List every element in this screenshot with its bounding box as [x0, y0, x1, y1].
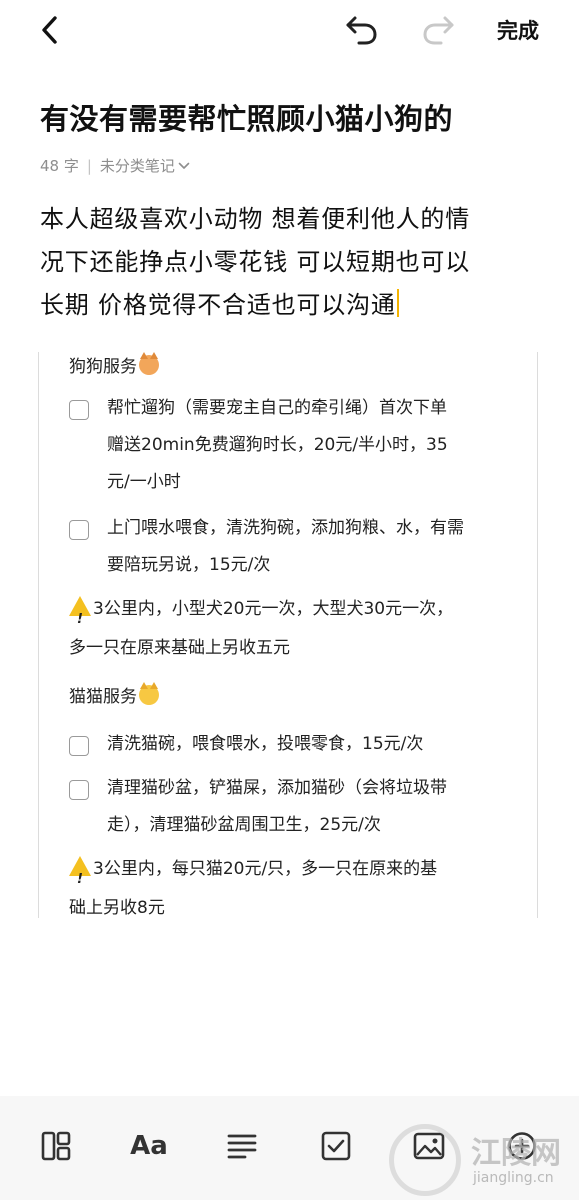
undo-icon — [346, 16, 377, 45]
checkbox-icon — [69, 780, 89, 800]
dog-service-heading: 狗狗服务 — [69, 352, 159, 377]
text-format-button[interactable]: Aa — [127, 1124, 171, 1168]
body-line: 本人超级喜欢小动物 想着便利他人的情 — [40, 205, 471, 233]
layout-button[interactable] — [34, 1124, 78, 1168]
note-line: 3公里内，每只猫20元/只，多一只在原来的基 — [69, 850, 509, 899]
warning-icon — [69, 856, 91, 899]
note-line: 3公里内，小型犬20元一次，大型犬30元一次， — [69, 590, 509, 639]
item-line: 元/一小时 — [107, 472, 181, 492]
item-line: 赠送20min免费遛狗时长，20元/半小时，35 — [107, 435, 448, 455]
note-line: 多一只在原来基础上另收五元 — [69, 638, 290, 658]
checklist-button[interactable] — [314, 1124, 358, 1168]
checkbox-icon — [321, 1131, 351, 1161]
body-line-text: 长期 价格觉得不合适也可以沟通 — [40, 291, 396, 319]
image-button[interactable] — [407, 1124, 451, 1168]
word-count: 48 字 — [40, 157, 79, 175]
checklist-item-text: 清洗猫碗，喂食喂水，投喂零食，15元/次 — [107, 726, 517, 763]
more-button[interactable] — [500, 1124, 544, 1168]
checkbox-icon — [69, 736, 89, 756]
note-line-text: 3公里内，每只猫20元/只，多一只在原来的基 — [93, 859, 438, 879]
dog-price-note: 3公里内，小型犬20元一次，大型犬30元一次， 多一只在原来基础上另收五元 — [69, 590, 509, 668]
back-button[interactable] — [30, 10, 70, 50]
text-cursor — [396, 289, 399, 317]
image-icon — [413, 1132, 445, 1160]
meta-divider: | — [86, 156, 92, 175]
align-button[interactable] — [220, 1124, 264, 1168]
align-left-icon — [227, 1134, 257, 1159]
dog-service-label: 狗狗服务 — [69, 357, 137, 377]
redo-button[interactable] — [416, 10, 460, 50]
checklist-item-text: 帮忙遛狗（需要宠主自己的牵引绳）首次下单 赠送20min免费遛狗时长，20元/半… — [107, 390, 517, 501]
note-meta: 48 字 | 未分类笔记 — [40, 155, 190, 176]
chevron-down-icon — [178, 162, 190, 169]
category-label: 未分类笔记 — [99, 157, 175, 175]
item-line: 要陪玩另说，15元/次 — [107, 555, 271, 575]
undo-button[interactable] — [340, 10, 384, 50]
note-editor-screen: 完成 有没有需要帮忙照顾小猫小狗的 48 字 | 未分类笔记 本人超级喜欢小动物… — [0, 0, 579, 1200]
top-bar: 完成 — [0, 0, 579, 60]
cat-service-label: 猫猫服务 — [69, 687, 137, 707]
checklist-item-text: 上门喂水喂食，清洗狗碗，添加狗粮、水，有需 要陪玩另说，15元/次 — [107, 510, 517, 584]
item-line: 上门喂水喂食，清洗狗碗，添加狗粮、水，有需 — [107, 518, 464, 538]
item-line: 帮忙遛狗（需要宠主自己的牵引绳）首次下单 — [107, 398, 447, 418]
cat-price-note: 3公里内，每只猫20元/只，多一只在原来的基 础上另收8元 — [69, 850, 509, 928]
note-line-text: 3公里内，小型犬20元一次，大型犬30元一次， — [93, 599, 454, 619]
warning-icon — [69, 596, 91, 639]
body-line: 况下还能挣点小零花钱 可以短期也可以 — [40, 248, 471, 276]
layout-icon — [41, 1131, 71, 1161]
cat-face-icon — [139, 682, 159, 705]
checklist-item-text: 清理猫砂盆，铲猫屎，添加猫砂（会将垃圾带 走），清理猫砂盆周围卫生，25元/次 — [107, 770, 517, 844]
bottom-toolbar: Aa — [0, 1096, 579, 1200]
note-body[interactable]: 本人超级喜欢小动物 想着便利他人的情 况下还能挣点小零花钱 可以短期也可以 长期… — [40, 198, 540, 327]
category-selector[interactable]: 未分类笔记 — [100, 155, 190, 176]
done-button[interactable]: 完成 — [486, 12, 550, 48]
body-line: 长期 价格觉得不合适也可以沟通 — [40, 284, 540, 327]
note-title[interactable]: 有没有需要帮忙照顾小猫小狗的 — [40, 96, 453, 138]
item-line: 走），清理猫砂盆周围卫生，25元/次 — [107, 815, 381, 835]
redo-icon — [423, 16, 454, 45]
embedded-image[interactable]: 狗狗服务 帮忙遛狗（需要宠主自己的牵引绳）首次下单 赠送20min免费遛狗时长，… — [38, 352, 538, 918]
cat-service-heading: 猫猫服务 — [69, 682, 159, 707]
item-line: 清理猫砂盆，铲猫屎，添加猫砂（会将垃圾带 — [107, 778, 447, 798]
checkbox-icon — [69, 400, 89, 420]
note-line: 础上另收8元 — [69, 898, 165, 918]
checkbox-icon — [69, 520, 89, 540]
plus-circle-icon — [508, 1132, 536, 1160]
chevron-left-icon — [42, 16, 57, 44]
dog-face-icon — [139, 352, 159, 375]
item-line: 清洗猫碗，喂食喂水，投喂零食，15元/次 — [107, 734, 424, 754]
